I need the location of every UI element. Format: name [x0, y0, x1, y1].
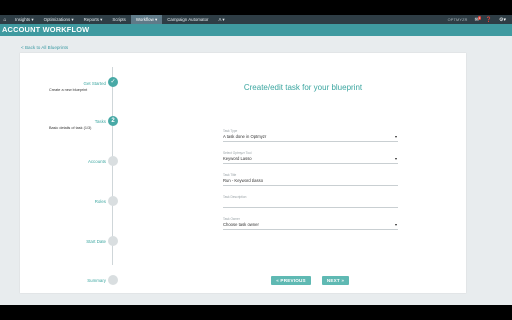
page-title: ACCOUNT WORKFLOW	[2, 25, 90, 34]
top-nav: ⌂ Insights ▾ Optimizations ▾ Reports ▾ S…	[0, 15, 512, 24]
field-value: Keyword Lasso	[223, 156, 252, 161]
field-value: A task done in Optmyzr	[223, 134, 267, 139]
nav-more[interactable]: Λ ▾	[213, 15, 229, 24]
optmyzr-tool-select[interactable]: Select Optmyzr Tool Keyword Lasso ▾	[223, 151, 398, 164]
home-icon[interactable]: ⌂	[0, 15, 10, 24]
task-owner-select[interactable]: Task Owner Choose task owner ▾	[223, 217, 398, 230]
nav-scripts[interactable]: Scripts	[107, 15, 130, 24]
task-title-input[interactable]: Task Title Run - Keyword Lasso I	[223, 173, 398, 186]
field-value: Choose task owner	[223, 222, 259, 227]
task-type-select[interactable]: Task Type A task done in Optmyzr ▾	[223, 129, 398, 142]
previous-button[interactable]: « PREVIOUS	[271, 276, 311, 285]
task-description-input[interactable]: Task Description	[223, 195, 398, 208]
notification-badge: 1	[477, 15, 482, 20]
dropdown-arrow-icon: ▾	[394, 134, 397, 139]
step-label: Roles	[94, 199, 106, 204]
step-label: Summary	[87, 278, 106, 283]
step-dot	[108, 196, 118, 206]
form-title: Create/edit task for your blueprint	[243, 83, 363, 92]
nav-insights[interactable]: Insights ▾	[10, 15, 39, 24]
step-dot	[108, 156, 118, 166]
step-label: Start Date	[86, 239, 106, 244]
gear-icon[interactable]: ⚙▾	[499, 17, 506, 23]
nav-workflow[interactable]: Workflow ▾	[130, 15, 163, 24]
step-label: Accounts	[87, 159, 106, 164]
step-dot	[108, 236, 118, 246]
step-label: Tasks	[94, 119, 106, 124]
dropdown-arrow-icon: ▾	[394, 156, 397, 161]
wizard-card: Get Started Create a new blueprint ✓ Tas…	[20, 53, 466, 293]
back-link[interactable]: < Back to All Blueprints	[21, 45, 68, 50]
nav-optimizations[interactable]: Optimizations ▾	[39, 15, 79, 24]
client-name[interactable]: OPTMYZR	[448, 18, 468, 22]
title-bar: ACCOUNT WORKFLOW	[0, 24, 512, 36]
nav-reports[interactable]: Reports ▾	[79, 15, 108, 24]
step-dot	[108, 275, 118, 285]
nav-campaign-automator[interactable]: Campaign Automator	[162, 15, 213, 24]
step-sub: Basic details of task (1/3)	[49, 126, 92, 130]
dropdown-arrow-icon: ▾	[394, 222, 397, 227]
next-button[interactable]: NEXT »	[322, 276, 349, 285]
text-cursor-icon: I	[253, 177, 255, 182]
step-number: 2	[108, 116, 118, 126]
notifications-icon[interactable]: ✉ 1	[475, 15, 482, 23]
field-value: Run - Keyword Lasso	[223, 178, 264, 183]
app-window: ⌂ Insights ▾ Optimizations ▾ Reports ▾ S…	[0, 15, 512, 305]
help-icon[interactable]: ❓	[486, 17, 492, 23]
